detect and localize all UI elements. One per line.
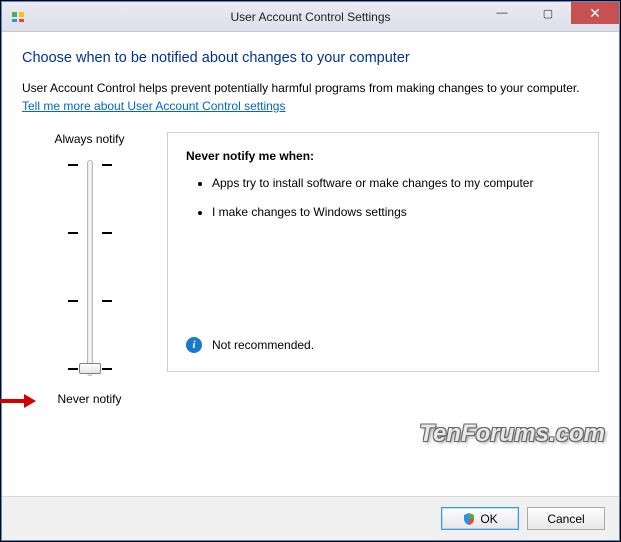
watermark: TenForums.com [419,420,605,448]
cancel-button[interactable]: Cancel [527,507,605,530]
slider-rail [87,160,93,376]
shield-icon [462,512,476,526]
info-icon: i [186,337,202,353]
learn-more-link[interactable]: Tell me more about User Account Control … [22,98,285,114]
slider-tick [68,164,112,166]
description-panel: Never notify me when: Apps try to instal… [167,132,599,372]
description-list: Apps try to install software or make cha… [194,175,580,219]
slider-thumb[interactable] [79,363,101,374]
minimize-button[interactable]: — [479,2,525,24]
slider-column: Always notify Never notify [22,132,157,406]
button-bar: OK Cancel [2,496,619,540]
notification-slider[interactable] [22,154,157,382]
recommendation-text: Not recommended. [212,338,314,352]
ok-button[interactable]: OK [441,507,519,530]
recommendation-row: i Not recommended. [186,337,314,353]
page-subtext: User Account Control helps prevent poten… [22,80,599,114]
slider-label-always: Always notify [22,132,157,146]
page-heading: Choose when to be notified about changes… [22,50,599,66]
content-area: Choose when to be notified about changes… [2,32,619,496]
list-item: I make changes to Windows settings [212,204,580,220]
close-button[interactable]: ✕ [571,2,619,24]
uac-settings-window: User Account Control Settings — ▢ ✕ Choo… [1,1,620,541]
body-area: Always notify Never notify Never notify … [22,132,599,406]
description-title: Never notify me when: [186,149,580,163]
window-controls: — ▢ ✕ [479,2,619,31]
titlebar[interactable]: User Account Control Settings — ▢ ✕ [2,2,619,32]
app-icon [10,9,26,25]
slider-tick [68,232,112,234]
maximize-button[interactable]: ▢ [525,2,571,24]
slider-tick [68,300,112,302]
slider-label-never: Never notify [22,392,157,406]
list-item: Apps try to install software or make cha… [212,175,580,191]
